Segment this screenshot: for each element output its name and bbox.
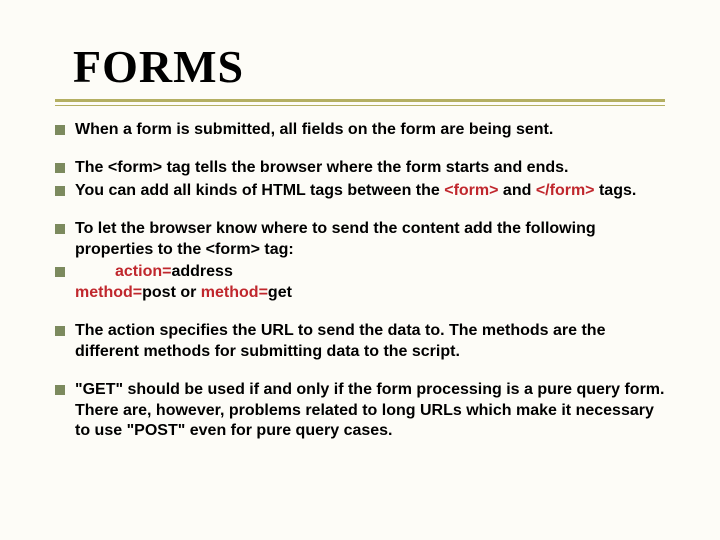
bullet-square-icon [55,385,65,395]
list-item: The <form> tag tells the browser where t… [55,158,665,178]
bullet-square-icon [55,224,65,234]
text-tag-red: </form> [536,182,595,199]
bullet-list: When a form is submitted, all fields on … [55,120,665,442]
text-frag: tags. [595,182,637,199]
text-method-red: method= [75,284,142,301]
slide: FORMS When a form is submitted, all fiel… [0,0,720,540]
bullet-square-icon [55,163,65,173]
list-item: "GET" should be used if and only if the … [55,380,665,441]
bullet-text: action=address method=post or method=get [75,262,665,303]
text-tag-red: <form> [444,182,498,199]
bullet-square-icon [55,267,65,277]
text-action-red: action= [115,263,171,280]
text-frag: You can add all kinds of HTML tags betwe… [75,182,444,199]
bullet-text: To let the browser know where to send th… [75,219,665,260]
bullet-square-icon [55,125,65,135]
list-item: To let the browser know where to send th… [55,219,665,260]
list-item: You can add all kinds of HTML tags betwe… [55,181,665,201]
bullet-text: The <form> tag tells the browser where t… [75,158,665,178]
list-item: The action specifies the URL to send the… [55,321,665,362]
divider-thin [55,105,665,106]
bullet-square-icon [55,186,65,196]
slide-title: FORMS [73,40,665,93]
text-frag: address [171,263,232,280]
bullet-text: You can add all kinds of HTML tags betwe… [75,181,665,201]
text-frag: get [268,284,292,301]
bullet-text: When a form is submitted, all fields on … [75,120,665,140]
bullet-square-icon [55,326,65,336]
bullet-text: "GET" should be used if and only if the … [75,380,665,441]
text-method-red: method= [201,284,268,301]
bullet-text: The action specifies the URL to send the… [75,321,665,362]
text-frag: and [498,182,535,199]
text-frag: post or [142,284,201,301]
list-item: action=address method=post or method=get [55,262,665,303]
list-item: When a form is submitted, all fields on … [55,120,665,140]
divider-thick [55,99,665,102]
